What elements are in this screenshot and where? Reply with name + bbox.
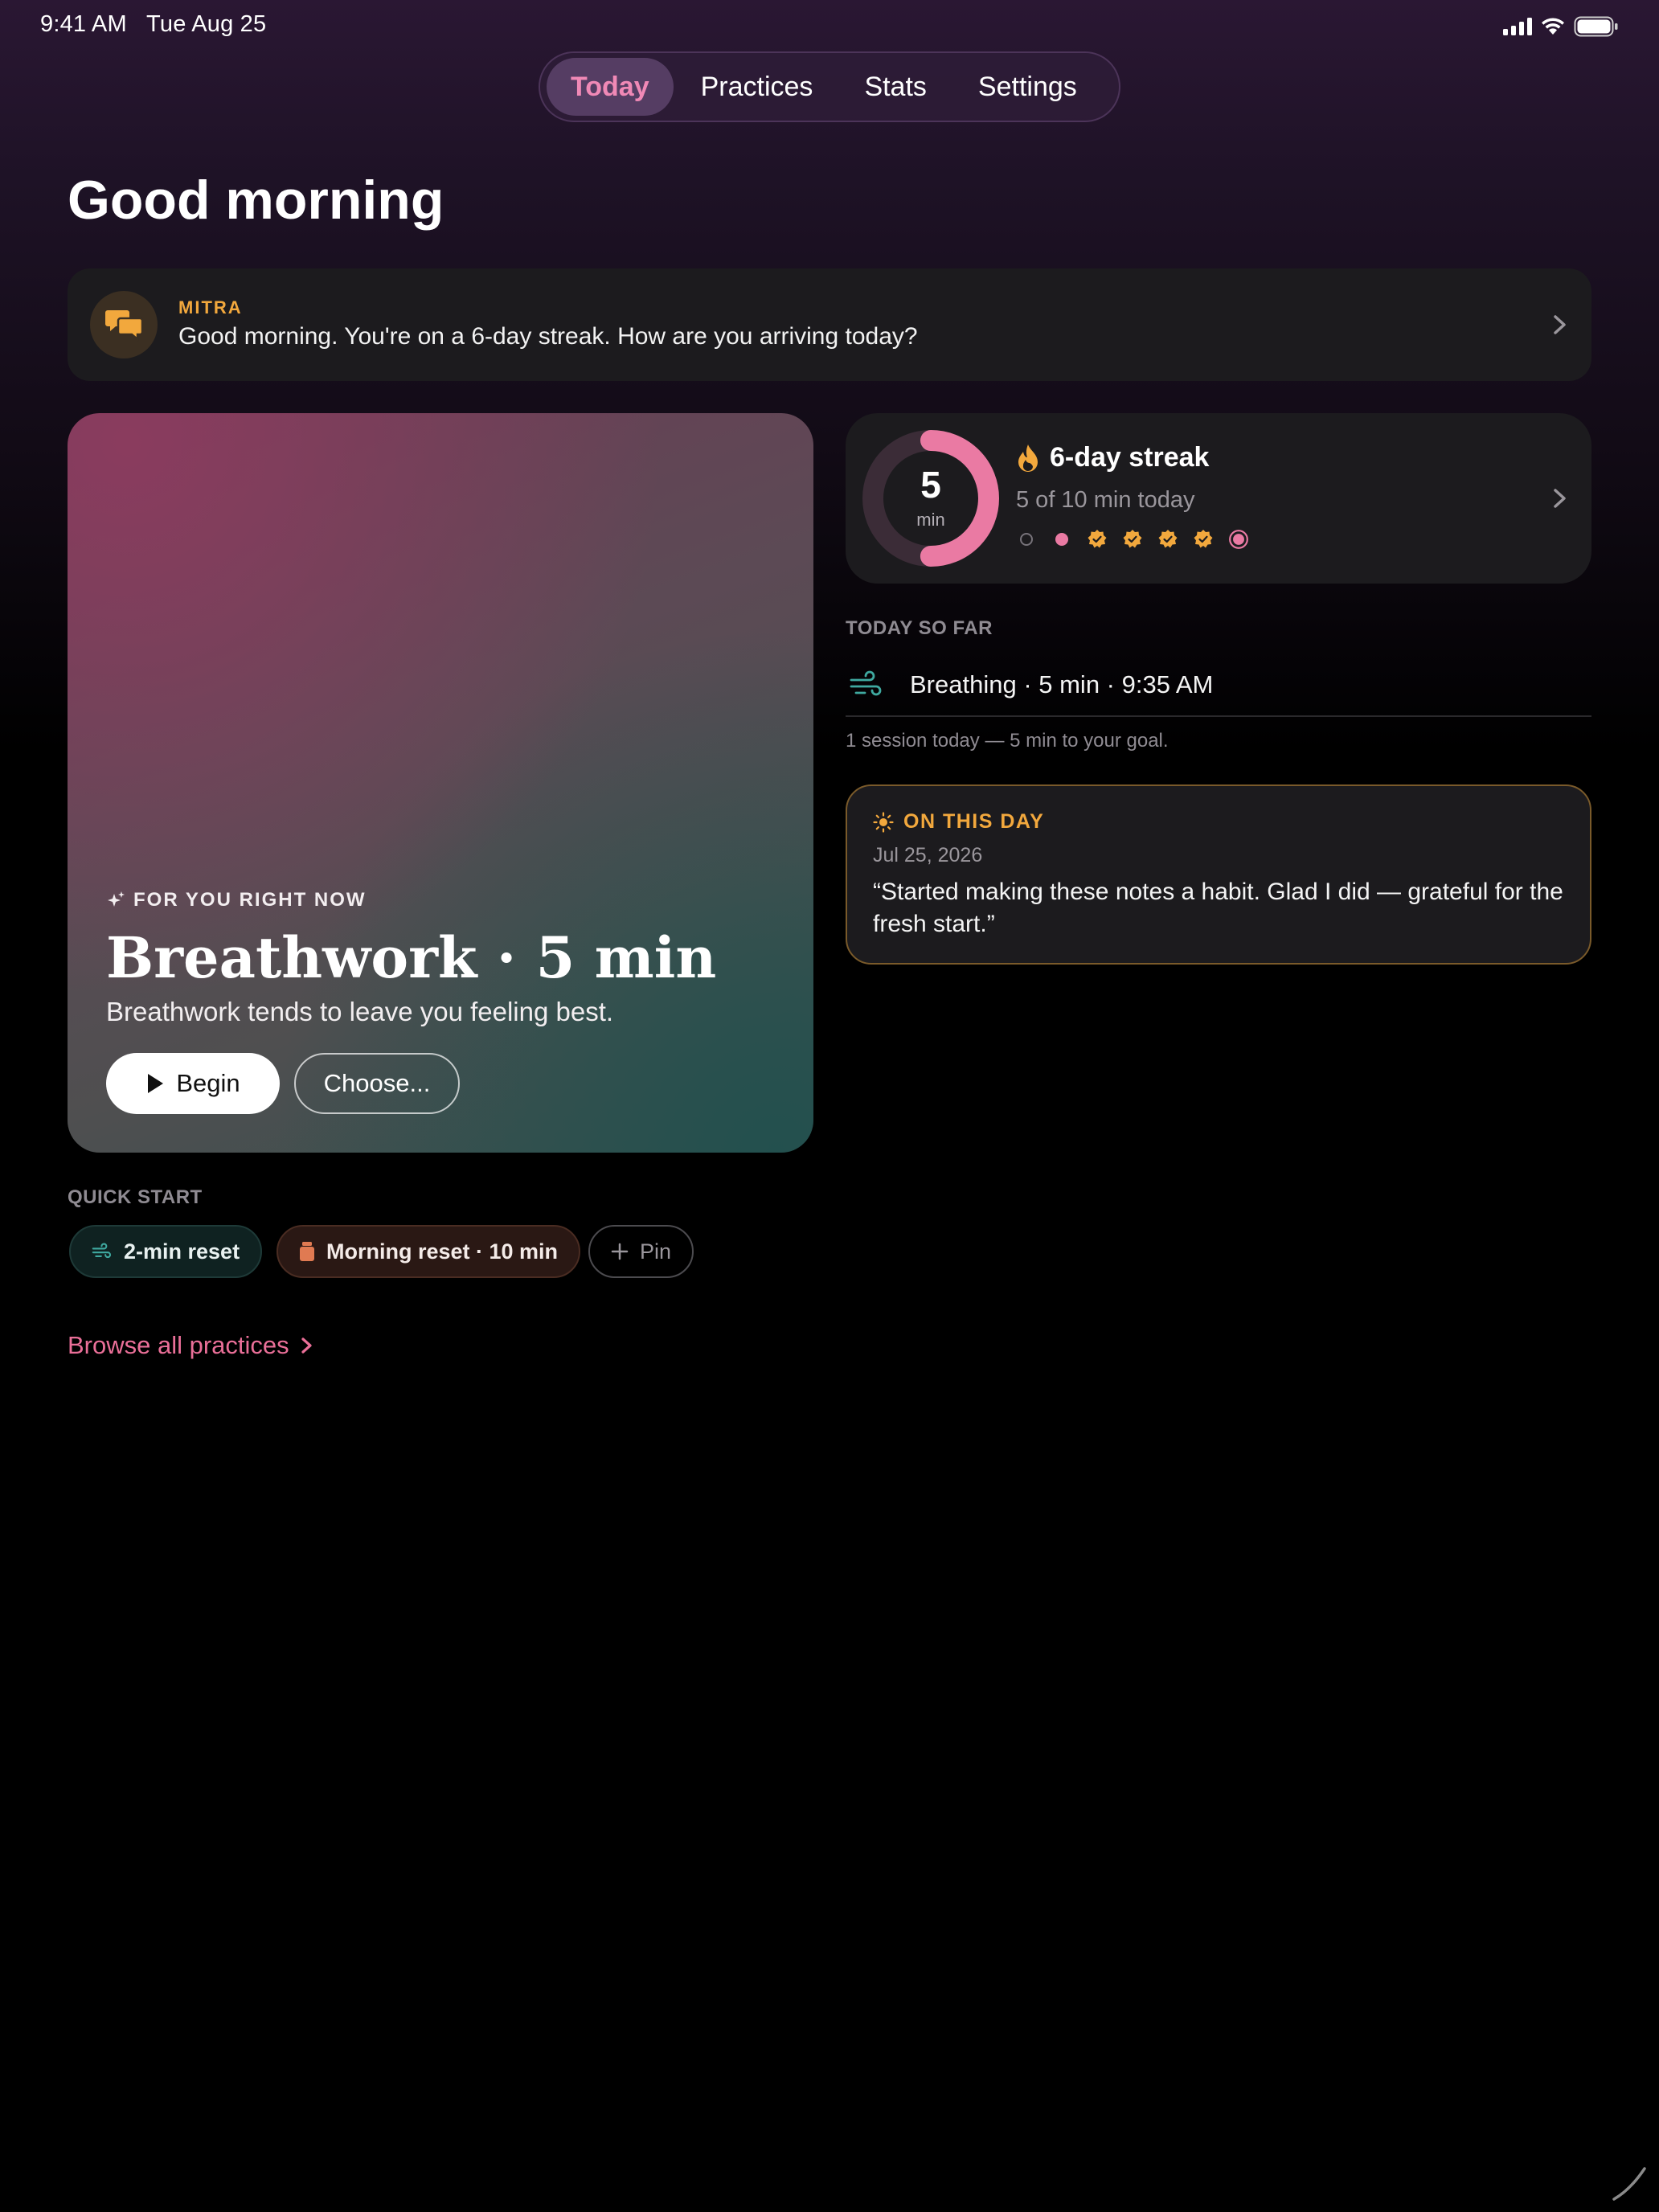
on-this-day-card[interactable]: ON THIS DAY Jul 25, 2026 “Started making… [846, 784, 1591, 965]
streak-title-label: 6-day streak [1050, 442, 1210, 473]
streak-day-empty-0 [1016, 529, 1037, 550]
mitra-label: MITRA [178, 297, 243, 317]
chevron-right-icon [1554, 489, 1566, 508]
tab-settings[interactable]: Settings [954, 58, 1101, 116]
mitra-message-banner[interactable]: MITRA Good morning. You're on a 6-day st… [68, 268, 1591, 381]
cellular-signal-icon [1503, 18, 1532, 35]
page-title: Good morning [68, 170, 444, 231]
streak-week-dots [1016, 529, 1249, 550]
quick-start-label: QUICK START [68, 1186, 203, 1208]
browse-all-practices-link[interactable]: Browse all practices [68, 1331, 313, 1360]
recommendation-subtitle: Breathwork tends to leave you feeling be… [106, 997, 614, 1026]
battery-icon [1574, 16, 1618, 37]
goal-ring-value: 5 [920, 464, 941, 506]
choose-button[interactable]: Choose... [294, 1053, 460, 1114]
recommendation-kicker-label: FOR YOU RIGHT NOW [133, 889, 367, 911]
chevron-right-icon [1554, 315, 1566, 334]
wifi-icon [1542, 18, 1564, 35]
session-row[interactable]: Breathing · 5 min · 9:35 AM [846, 654, 1591, 717]
status-icons [1503, 16, 1619, 37]
streak-day-dot-1 [1051, 529, 1072, 550]
recommendation-title: Breathwork · 5 min [106, 924, 717, 991]
streak-progress-text: 5 of 10 min today [1016, 487, 1195, 513]
session-text: Breathing · 5 min · 9:35 AM [910, 670, 1214, 698]
streak-day-check-2 [1087, 529, 1108, 550]
today-so-far-label: TODAY SO FAR [846, 617, 993, 639]
pin-chip[interactable]: Pin [588, 1225, 694, 1278]
streak-card[interactable]: 5 min 6-day streak 5 of 10 min today [846, 413, 1591, 584]
flame-icon [1018, 444, 1038, 472]
chip-label: Morning reset · 10 min [326, 1239, 559, 1264]
chip-label: Pin [640, 1239, 672, 1264]
on-this-day-title: ON THIS DAY [903, 810, 1045, 833]
tab-practices[interactable]: Practices [677, 58, 838, 116]
chip-label: 2-min reset [124, 1239, 240, 1264]
plus-icon [611, 1243, 629, 1260]
streak-title: 6-day streak [1016, 442, 1209, 473]
streak-day-check-4 [1157, 529, 1178, 550]
chat-bubbles-icon [105, 310, 143, 342]
browse-label: Browse all practices [68, 1331, 289, 1359]
goal-ring-unit: min [916, 510, 945, 530]
quick-start-chip-morning-reset[interactable]: Morning reset · 10 min [276, 1225, 581, 1278]
tab-today[interactable]: Today [547, 58, 674, 116]
status-bar: 9:41 AM Tue Aug 25 [0, 0, 1659, 51]
mitra-avatar [90, 291, 158, 358]
jar-icon [300, 1242, 314, 1261]
chevron-right-icon [301, 1337, 312, 1354]
begin-button[interactable]: Begin [106, 1053, 280, 1114]
wind-icon [92, 1243, 112, 1259]
on-this-day-date: Jul 25, 2026 [873, 844, 983, 866]
recommendation-card: FOR YOU RIGHT NOW Breathwork · 5 min Bre… [68, 413, 813, 1153]
on-this-day-quote: “Started making these notes a habit. Gla… [873, 879, 1563, 937]
play-icon [148, 1074, 164, 1093]
pencil-hover-mark [1612, 2167, 1646, 2201]
sun-icon [873, 811, 894, 833]
top-tab-bar: Today Practices Stats Settings [539, 51, 1120, 122]
on-this-day-label: ON THIS DAY [873, 810, 1044, 834]
streak-day-check-5 [1193, 529, 1214, 550]
status-time-date: 9:41 AM Tue Aug 25 [40, 11, 267, 37]
session-summary: 1 session today — 5 min to your goal. [846, 730, 1169, 752]
begin-button-label: Begin [176, 1069, 240, 1097]
recommendation-kicker: FOR YOU RIGHT NOW [106, 889, 367, 911]
tab-stats[interactable]: Stats [840, 58, 950, 116]
sparkle-icon [108, 891, 125, 907]
streak-day-check-3 [1122, 529, 1143, 550]
wind-icon [850, 670, 882, 696]
streak-day-today-6 [1228, 529, 1249, 550]
mitra-message: Good morning. You're on a 6-day streak. … [178, 323, 918, 350]
quick-start-chip-2-min-reset[interactable]: 2-min reset [69, 1225, 263, 1278]
